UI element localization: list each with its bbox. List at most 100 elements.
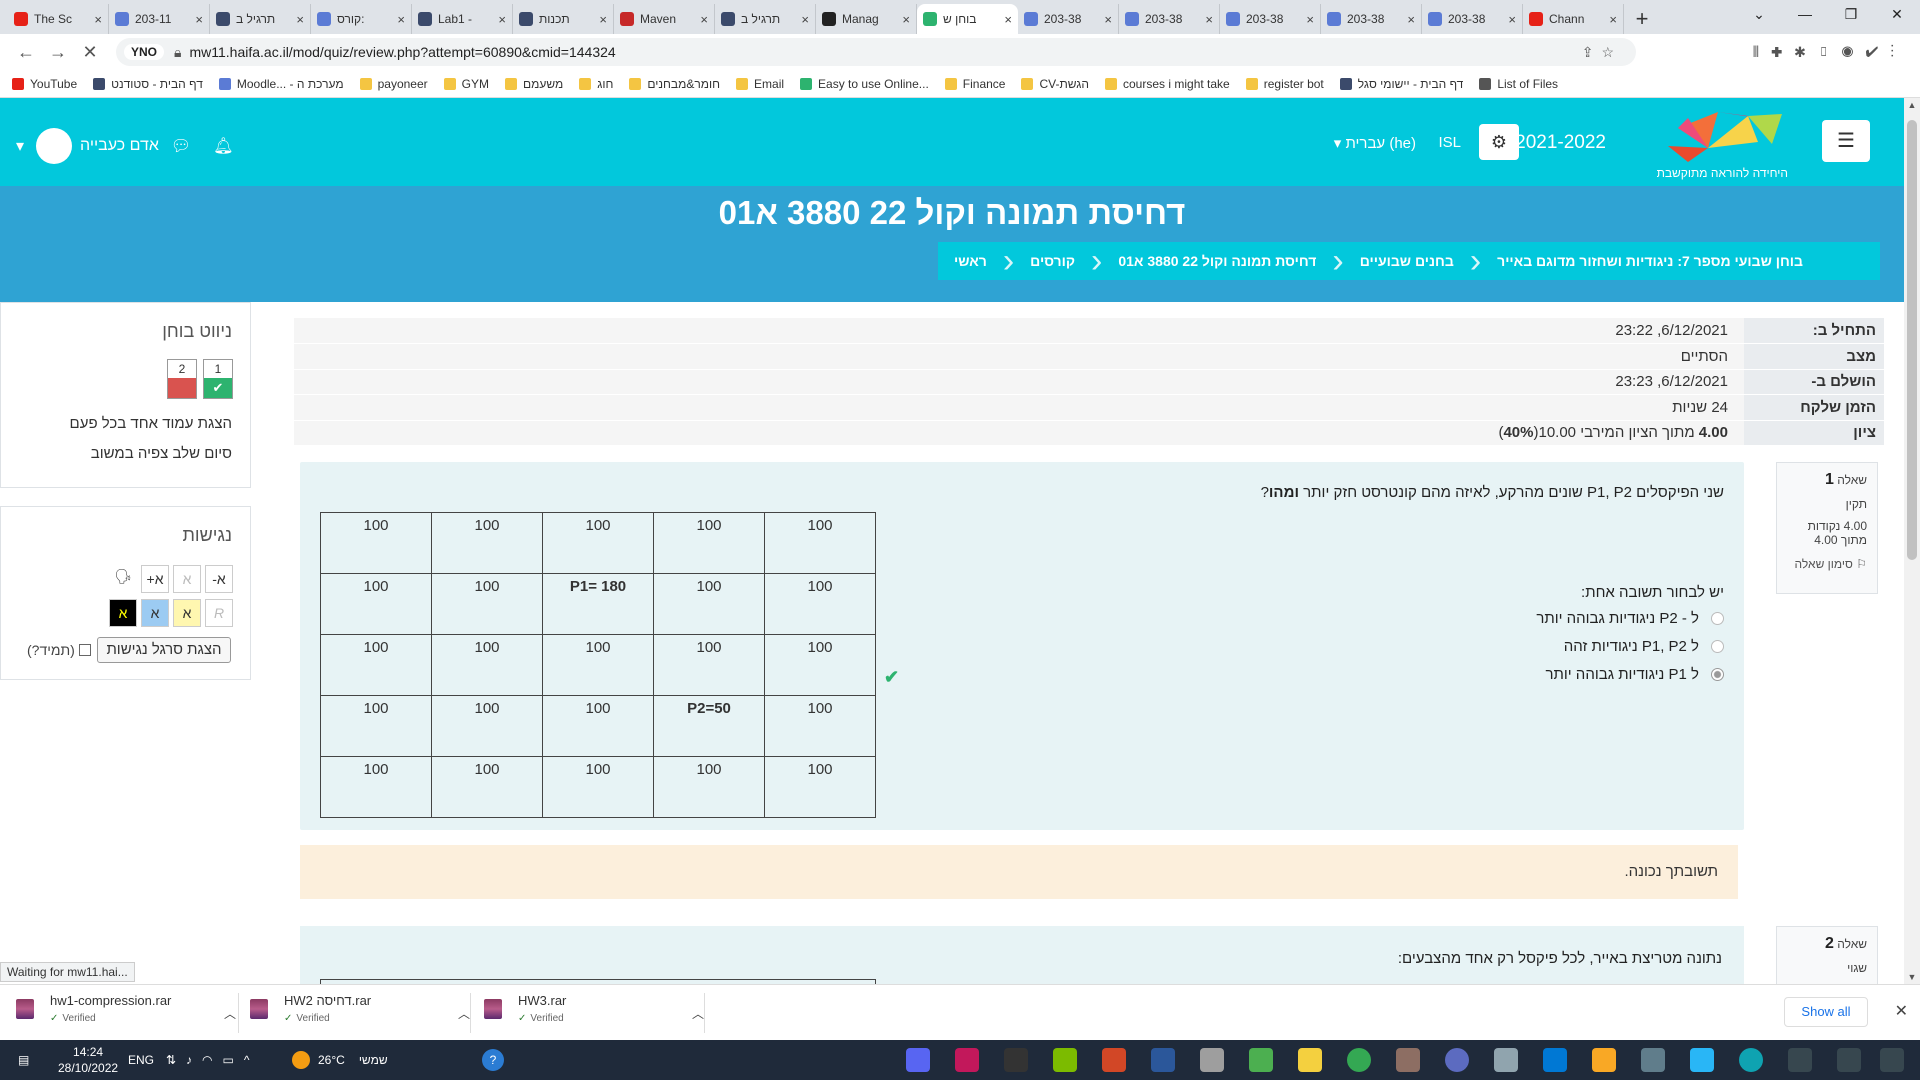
browser-tab[interactable]: תרגיל ב × [210, 4, 311, 34]
font-reset-button[interactable]: א [173, 565, 201, 593]
settings-icon[interactable] [1641, 1048, 1665, 1072]
start-icon[interactable] [1880, 1048, 1904, 1072]
academic-year[interactable]: 2021-2022 [1515, 132, 1606, 154]
clock[interactable]: 14:24 28/10/2022 [58, 1040, 118, 1080]
bookmark-label[interactable]: YouTube [30, 77, 77, 91]
theme-blue-button[interactable]: א [141, 599, 169, 627]
bookmark-label[interactable]: register bot [1264, 77, 1324, 91]
always-checkbox[interactable] [78, 644, 91, 656]
breadcrumb-courses[interactable]: קורסים [1014, 253, 1091, 269]
tab-title[interactable]: The Sc [34, 12, 90, 26]
extensions-icon[interactable]: ⫴✚✱▯◉✔⋮ [1753, 44, 1906, 61]
bookmark-label[interactable]: payoneer [378, 77, 428, 91]
edge-icon[interactable] [1739, 1048, 1763, 1072]
browser-tab[interactable]: Maven × [614, 4, 715, 34]
answer-option[interactable]: ל P1 ניגודיות גבוהה יותר [1545, 666, 1724, 683]
tab-title[interactable]: 203-38 [1347, 12, 1403, 26]
powerpoint-icon[interactable] [1102, 1048, 1126, 1072]
bookmark-label[interactable]: חומר&מבחנים [647, 77, 720, 91]
tab-title[interactable]: 203-11 [135, 12, 191, 26]
radio-button[interactable] [1711, 612, 1724, 625]
bookmark-label[interactable]: משעמם [523, 77, 563, 91]
bookmark-item[interactable]: Email [736, 77, 784, 91]
breadcrumb-quiz[interactable]: בוחן שבועי מספר 7: ניגודיות ושחזור מדוגם… [1481, 253, 1819, 269]
forward-button[interactable]: → [42, 42, 74, 63]
tab-close-icon[interactable]: × [700, 12, 708, 27]
scroll-down-icon[interactable]: ▼ [1904, 972, 1920, 982]
breadcrumb-weekly-quizzes[interactable]: בחנים שבועיים [1344, 253, 1470, 269]
bookmark-label[interactable]: Easy to use Online... [818, 77, 929, 91]
task-view-icon[interactable] [1788, 1048, 1812, 1072]
download-item[interactable]: HW3.rar ✓ Verified ︿ [484, 993, 704, 1033]
bookmark-label[interactable]: דף הבית - סטודנט [111, 77, 203, 91]
download-name[interactable]: HW3.rar [518, 993, 566, 1008]
tab-title[interactable]: Chann [1549, 12, 1605, 26]
word-icon[interactable] [1151, 1048, 1175, 1072]
tab-close-icon[interactable]: × [498, 12, 506, 27]
browser-tab[interactable]: 203-38 × [1119, 4, 1220, 34]
breadcrumb-course[interactable]: דחיסת תמונה וקול 22 3880 א01 [1102, 253, 1332, 269]
share-icon[interactable]: ⇪☆ [1582, 44, 1636, 61]
browser-tab[interactable]: 203-38 × [1422, 4, 1523, 34]
scrollbar-thumb[interactable] [1907, 120, 1917, 560]
flag-label[interactable]: סימון שאלה [1795, 557, 1853, 571]
tab-close-icon[interactable]: × [94, 12, 102, 27]
bookmark-label[interactable]: Finance [963, 77, 1006, 91]
bookmark-item[interactable]: List of Files [1479, 77, 1558, 91]
tab-title[interactable]: 203-38 [1044, 12, 1100, 26]
unit-logo[interactable]: היחידה להוראה מתוקשבת [1648, 108, 1788, 180]
intellij-icon[interactable] [955, 1048, 979, 1072]
site-badge[interactable]: YNO [124, 44, 165, 60]
answer-option[interactable]: ל P1, P2 ניגודיות זהה [1564, 638, 1724, 655]
tab-title[interactable]: תרגיל ב [236, 12, 292, 26]
flag-question-link[interactable]: ⚐ סימון שאלה [1787, 557, 1867, 571]
sticky-notes-icon[interactable] [1298, 1048, 1322, 1072]
language-selector[interactable]: ▾ עברית (he) [1334, 134, 1416, 152]
theme-reset-button[interactable]: R [205, 599, 233, 627]
discord-icon[interactable] [906, 1048, 930, 1072]
language-label[interactable]: עברית (he) [1345, 135, 1416, 152]
one-page-link[interactable]: הצגת עמוד אחד בכל פעם [70, 415, 232, 432]
tab-title[interactable]: Lab1 - [438, 12, 494, 26]
tab-close-icon[interactable]: × [195, 12, 203, 27]
tab-search-icon[interactable]: ⌄ [1736, 0, 1782, 30]
vm-icon[interactable] [1200, 1048, 1224, 1072]
speech-icon[interactable]: 🗣︎ [109, 563, 137, 591]
close-icon[interactable]: ✕ [1895, 1001, 1908, 1021]
browser-tab[interactable]: Lab1 - × [412, 4, 513, 34]
bookmark-item[interactable]: דף הבית - סטודנט [93, 77, 203, 91]
user-name[interactable]: אדם כעבייה [80, 137, 159, 155]
back-button[interactable]: ← [10, 42, 42, 63]
answer-option[interactable]: ל - P2 ניגודיות גבוהה יותר [1536, 610, 1724, 627]
notifications-icon[interactable]: ▤ [18, 1040, 29, 1080]
always-option[interactable]: (תמיד?) [27, 642, 91, 658]
bookmark-label[interactable]: List of Files [1497, 77, 1558, 91]
clock-time[interactable]: 14:24 [73, 1044, 103, 1060]
quiz-nav-q1[interactable]: 1 ✔ [203, 359, 233, 399]
page-scrollbar[interactable]: ▲ ▼ [1904, 98, 1920, 984]
bookmark-item[interactable]: courses i might take [1105, 77, 1230, 91]
browser-tab[interactable]: Chann × [1523, 4, 1624, 34]
browser-tab[interactable]: 203-38 × [1220, 4, 1321, 34]
accessibility-bar-button[interactable]: הצגת סרגל נגישות [97, 637, 231, 663]
bookmark-label[interactable]: CV-הגשת [1039, 77, 1089, 91]
bookmark-label[interactable]: Email [754, 77, 784, 91]
bookmark-item[interactable]: חומר&מבחנים [629, 77, 720, 91]
incorrect-bar[interactable] [168, 378, 196, 398]
bookmark-item[interactable]: דף הבית - יישומי סגל [1339, 77, 1463, 91]
terminal-icon[interactable] [1004, 1048, 1028, 1072]
restore-button[interactable]: ❐ [1828, 0, 1874, 30]
address-bar[interactable]: YNO 🔒︎ mw11.haifa.ac.il/mod/quiz/review.… [116, 38, 1636, 66]
tab-title[interactable]: 203-38 [1448, 12, 1504, 26]
notepad-icon[interactable] [1249, 1048, 1273, 1072]
search-icon[interactable] [1837, 1048, 1861, 1072]
download-name[interactable]: HW2 דחיסה.rar [284, 993, 371, 1008]
download-name[interactable]: hw1-compression.rar [50, 993, 171, 1008]
bookmark-label[interactable]: Moodle... - מערכת ה [237, 77, 344, 91]
option-label[interactable]: ל P1 ניגודיות גבוהה יותר [1545, 666, 1699, 683]
tab-close-icon[interactable]: × [1104, 12, 1112, 27]
radio-button[interactable] [1711, 640, 1724, 653]
tab-close-icon[interactable]: × [902, 12, 910, 27]
always-label[interactable]: (תמיד?) [27, 642, 75, 658]
browser-tab[interactable]: 203-11 × [109, 4, 210, 34]
